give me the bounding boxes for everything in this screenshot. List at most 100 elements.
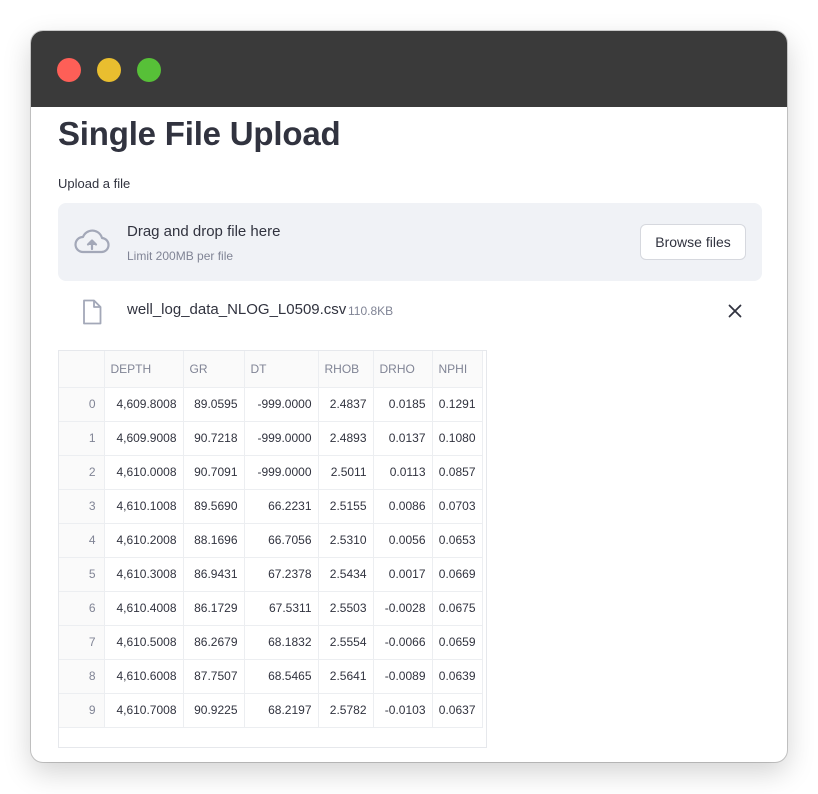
column-header[interactable]: NPHI [432,351,483,388]
dropzone-instructions: Drag and drop file here [127,223,281,240]
column-header[interactable]: DEPTH [104,351,184,388]
table-cell[interactable]: 2.5155 [318,489,374,524]
table-cell[interactable]: 4,610.1008 [104,489,184,524]
table-cell[interactable]: 0.0669 [432,557,483,592]
table-cell[interactable]: 68.1832 [244,625,319,660]
row-index[interactable]: 8 [59,659,105,694]
table-cell[interactable]: 4,610.0008 [104,455,184,490]
table-cell[interactable]: 2.5641 [318,659,374,694]
window-maximize-button[interactable] [137,58,161,82]
table-cell[interactable]: 4,610.5008 [104,625,184,660]
main-content: Single File Upload Upload a file Drag an… [58,107,762,762]
table-row: 8 4,610.6008 87.7507 68.5465 2.5641 -0.0089 0.… [59,659,483,694]
table-cell[interactable]: 67.2378 [244,557,319,592]
table-cell[interactable]: 90.9225 [183,693,245,728]
table-cell[interactable]: 89.5690 [183,489,245,524]
table-row: 5 4,610.3008 86.9431 67.2378 2.5434 0.0017 0.0… [59,557,483,592]
file-icon [83,299,102,325]
table-cell[interactable]: 2.4893 [318,421,374,456]
column-header[interactable]: GR [183,351,245,388]
browse-files-button[interactable]: Browse files [640,224,746,260]
dataframe-table[interactable]: DEPTH GR DT RHOB DRHO NPHI 0 4,609.8008 89… [58,350,487,748]
row-index[interactable]: 9 [59,693,105,728]
table-cell[interactable]: 0.0639 [432,659,483,694]
table-cell[interactable]: 2.4837 [318,387,374,422]
table-cell[interactable]: 0.1291 [432,387,483,422]
table-cell[interactable]: 0.0653 [432,523,483,558]
window-minimize-button[interactable] [97,58,121,82]
table-cell[interactable]: 68.5465 [244,659,319,694]
app-window: Single File Upload Upload a file Drag an… [31,31,787,762]
table-row: 0 4,609.8008 89.0595 -999.0000 2.4837 0.0185 0… [59,387,483,422]
table-cell[interactable]: 66.2231 [244,489,319,524]
table-cell[interactable]: 86.1729 [183,591,245,626]
table-cell[interactable]: 0.0857 [432,455,483,490]
table-cell[interactable]: 2.5782 [318,693,374,728]
table-cell[interactable]: 89.0595 [183,387,245,422]
table-cell[interactable]: 0.0137 [373,421,433,456]
table-cell[interactable]: 0.0113 [373,455,433,490]
table-cell[interactable]: 0.0637 [432,693,483,728]
table-cell[interactable]: 4,609.8008 [104,387,184,422]
table-cell[interactable]: -0.0103 [373,693,433,728]
row-index[interactable]: 6 [59,591,105,626]
table-cell[interactable]: 0.0017 [373,557,433,592]
table-cell[interactable]: 90.7218 [183,421,245,456]
close-icon[interactable] [726,302,744,320]
table-row: 4 4,610.2008 88.1696 66.7056 2.5310 0.0056 0.0… [59,523,483,558]
table-cell[interactable]: 2.5503 [318,591,374,626]
table-cell[interactable]: -999.0000 [244,421,319,456]
file-dropzone[interactable]: Drag and drop file here Limit 200MB per … [58,203,762,281]
table-cell[interactable]: 2.5011 [318,455,374,490]
table-cell[interactable]: 68.2197 [244,693,319,728]
table-cell[interactable]: -0.0028 [373,591,433,626]
window-close-button[interactable] [57,58,81,82]
table-cell[interactable]: 2.5554 [318,625,374,660]
table-header-row: DEPTH GR DT RHOB DRHO NPHI [59,351,483,388]
column-header[interactable]: DT [244,351,319,388]
table-cell[interactable]: 0.0675 [432,591,483,626]
table-row: 9 4,610.7008 90.9225 68.2197 2.5782 -0.0103 0.… [59,693,483,728]
table-cell[interactable]: 2.5310 [318,523,374,558]
table-cell[interactable]: 87.7507 [183,659,245,694]
column-header[interactable]: DRHO [373,351,433,388]
table-cell[interactable]: 4,610.3008 [104,557,184,592]
row-index[interactable]: 1 [59,421,105,456]
table-cell[interactable]: 88.1696 [183,523,245,558]
table-cell[interactable]: 0.0185 [373,387,433,422]
table-cell[interactable]: 67.5311 [244,591,319,626]
row-index[interactable]: 0 [59,387,105,422]
table-cell[interactable]: 0.0086 [373,489,433,524]
uploaded-file-row: well_log_data_NLOG_L0509.csv 110.8KB [58,293,762,327]
row-index[interactable]: 3 [59,489,105,524]
table-cell[interactable]: 4,610.7008 [104,693,184,728]
row-index[interactable]: 4 [59,523,105,558]
table-cell[interactable]: 66.7056 [244,523,319,558]
table-cell[interactable]: 0.0703 [432,489,483,524]
table-cell[interactable]: 4,609.9008 [104,421,184,456]
row-index[interactable]: 7 [59,625,105,660]
table-cell[interactable]: -999.0000 [244,455,319,490]
row-index[interactable]: 5 [59,557,105,592]
data-table: DEPTH GR DT RHOB DRHO NPHI 0 4,609.8008 89… [59,351,483,728]
title-bar [31,31,787,107]
table-cell[interactable]: 86.9431 [183,557,245,592]
table-cell[interactable]: -0.0089 [373,659,433,694]
table-cell[interactable]: 0.0659 [432,625,483,660]
table-cell[interactable]: 4,610.4008 [104,591,184,626]
table-cell[interactable]: 0.0056 [373,523,433,558]
cloud-upload-icon [74,229,110,254]
index-header [59,351,105,388]
table-row: 6 4,610.4008 86.1729 67.5311 2.5503 -0.0028 0.… [59,591,483,626]
table-cell[interactable]: 4,610.6008 [104,659,184,694]
table-cell[interactable]: 2.5434 [318,557,374,592]
table-cell[interactable]: -0.0066 [373,625,433,660]
table-cell[interactable]: 0.1080 [432,421,483,456]
column-header[interactable]: RHOB [318,351,374,388]
table-cell[interactable]: 90.7091 [183,455,245,490]
row-index[interactable]: 2 [59,455,105,490]
table-cell[interactable]: 86.2679 [183,625,245,660]
uploaded-file-name: well_log_data_NLOG_L0509.csv [127,301,347,318]
table-cell[interactable]: 4,610.2008 [104,523,184,558]
table-cell[interactable]: -999.0000 [244,387,319,422]
